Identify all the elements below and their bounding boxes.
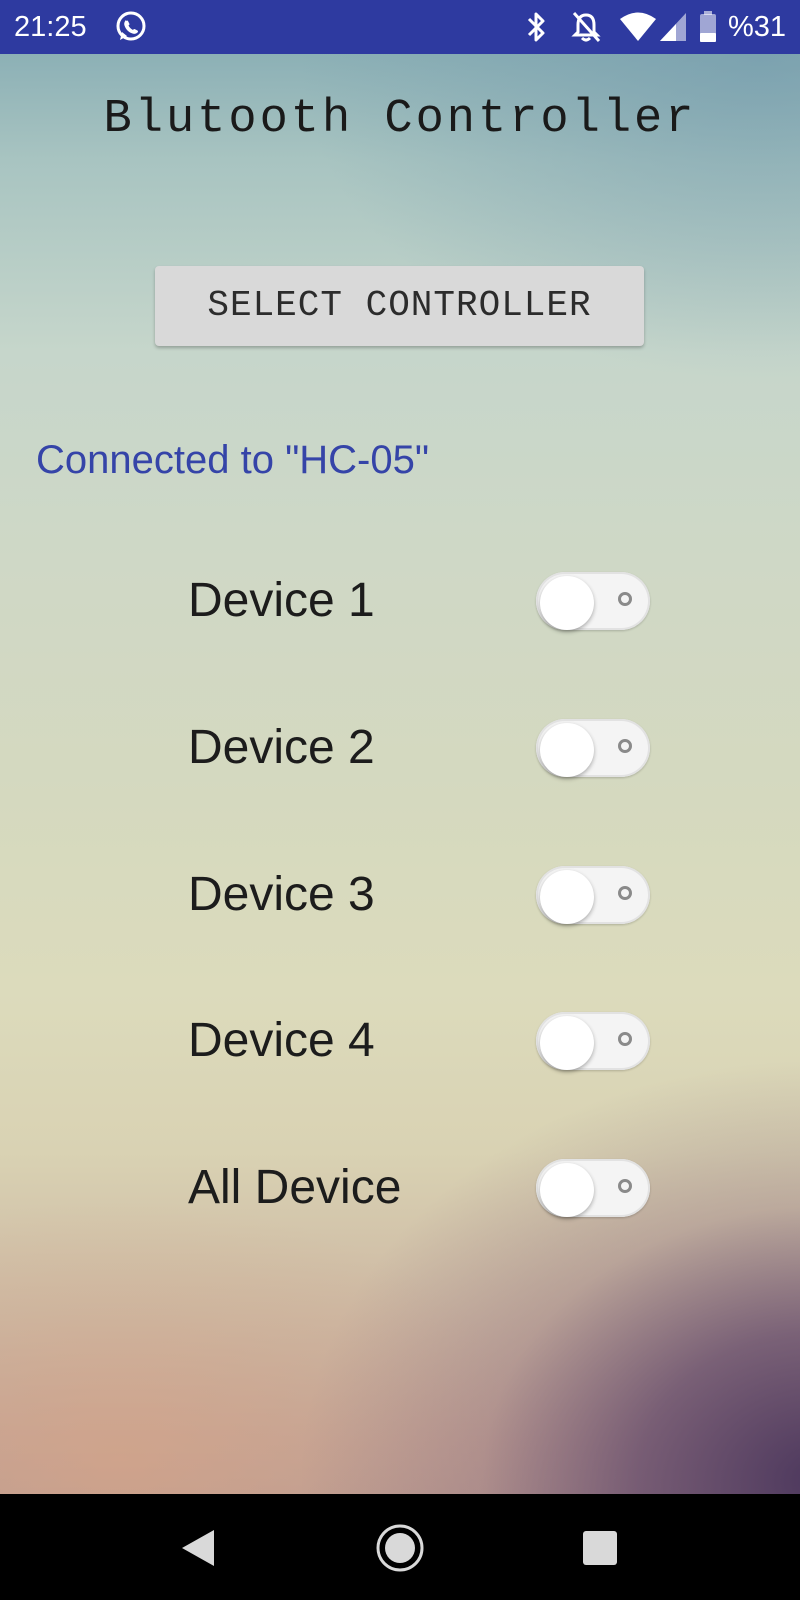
page-title: Blutooth Controller <box>103 93 697 146</box>
device-row-4: Device 4 <box>0 1006 800 1076</box>
recents-icon[interactable] <box>568 1516 632 1580</box>
toggle-knob <box>540 870 594 924</box>
status-time: 21:25 <box>14 11 87 43</box>
device-label: Device 2 <box>188 721 375 774</box>
device-2-toggle[interactable] <box>536 719 650 777</box>
wallpaper-tint-purple <box>0 0 800 1600</box>
device-label: Device 3 <box>188 868 375 921</box>
toggle-knob <box>540 576 594 630</box>
device-label: Device 1 <box>188 574 375 627</box>
device-4-toggle[interactable] <box>536 1012 650 1070</box>
toggle-off-indicator-icon <box>618 1179 632 1193</box>
home-icon[interactable] <box>368 1516 432 1580</box>
device-1-toggle[interactable] <box>536 572 650 630</box>
toggle-off-indicator-icon <box>618 886 632 900</box>
toggle-off-indicator-icon <box>618 739 632 753</box>
device-row-1: Device 1 <box>0 566 800 636</box>
toggle-knob <box>540 1016 594 1070</box>
toggle-knob <box>540 1163 594 1217</box>
toggle-off-indicator-icon <box>618 592 632 606</box>
all-devices-toggle[interactable] <box>536 1159 650 1217</box>
device-label: Device 4 <box>188 1014 375 1067</box>
connection-status-text: Connected to "HC-05" <box>36 438 430 482</box>
toggle-knob <box>540 723 594 777</box>
status-bar: 21:25 %31 <box>0 0 800 54</box>
notifications-off-icon <box>571 12 601 42</box>
toggle-off-indicator-icon <box>618 1032 632 1046</box>
back-icon[interactable] <box>164 1516 228 1580</box>
device-row-2: Device 2 <box>0 713 800 783</box>
device-row-3: Device 3 <box>0 860 800 930</box>
battery-icon <box>700 11 716 42</box>
device-3-toggle[interactable] <box>536 866 650 924</box>
bluetooth-icon <box>527 12 545 42</box>
device-row-all: All Device <box>0 1153 800 1223</box>
whatsapp-icon <box>116 11 146 41</box>
navigation-bar <box>0 1494 800 1600</box>
select-controller-button[interactable]: SELECT CONTROLLER <box>155 266 644 346</box>
battery-percentage: %31 <box>727 11 786 43</box>
wifi-icon <box>620 12 656 41</box>
signal-icon <box>660 13 686 41</box>
device-label: All Device <box>188 1161 402 1214</box>
app-screen: 21:25 %31 Blutooth Controller SELECT CON… <box>0 0 800 1600</box>
